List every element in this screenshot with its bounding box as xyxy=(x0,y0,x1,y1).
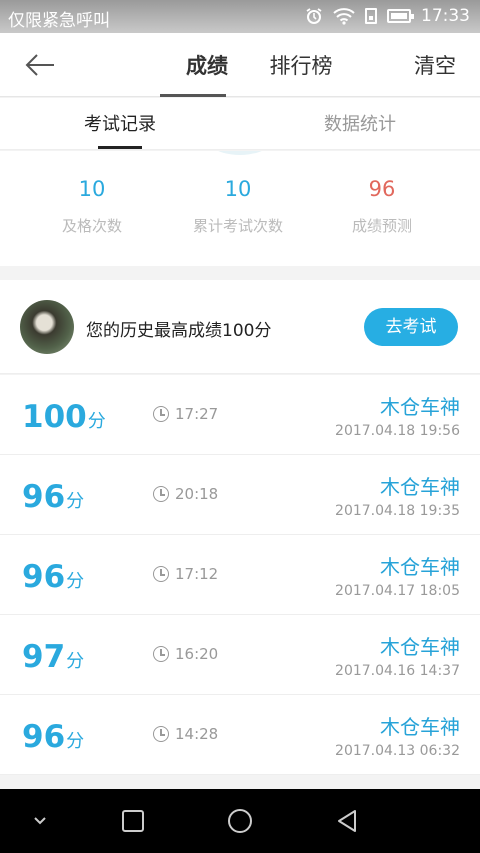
record-duration: 16:20 xyxy=(153,645,218,663)
system-nav-bar xyxy=(0,789,480,853)
stat-score-prediction: 96 成绩预测 xyxy=(302,177,462,236)
stat-label: 成绩预测 xyxy=(351,217,412,235)
clock-time: 17:33 xyxy=(421,6,470,26)
chevron-down-icon xyxy=(34,817,46,825)
nav-hide-button[interactable] xyxy=(20,789,60,853)
record-row[interactable]: 96分 14:28 木仓车神 2017.04.13 06:32 xyxy=(0,695,480,775)
score-value: 97 xyxy=(22,639,66,675)
stat-pass-count: 10 及格次数 xyxy=(12,177,172,236)
stat-total-exams: 10 累计考试次数 xyxy=(158,177,318,236)
record-row[interactable]: 96分 20:18 木仓车神 2017.04.18 19:35 xyxy=(0,455,480,535)
score-unit: 分 xyxy=(66,491,85,512)
record-user-name: 木仓车神 xyxy=(380,635,460,659)
avatar xyxy=(20,300,74,354)
duration-text: 17:27 xyxy=(175,405,219,423)
record-user-name: 木仓车神 xyxy=(380,555,460,579)
clock-icon xyxy=(153,566,169,582)
score-unit: 分 xyxy=(66,651,85,672)
record-date: 2017.04.13 06:32 xyxy=(335,743,460,759)
record-date: 2017.04.18 19:35 xyxy=(335,503,460,519)
duration-text: 20:18 xyxy=(175,485,219,503)
record-date: 2017.04.17 18:05 xyxy=(335,583,460,599)
stat-value: 10 xyxy=(78,177,106,201)
back-arrow-icon[interactable] xyxy=(22,49,58,81)
clock-icon xyxy=(153,646,169,662)
stat-label: 及格次数 xyxy=(61,217,122,235)
alarm-icon xyxy=(306,8,322,24)
tab-leaderboard[interactable]: 排行榜 xyxy=(254,33,348,97)
wifi-icon xyxy=(333,8,355,25)
record-duration: 17:27 xyxy=(153,405,218,423)
score-arc xyxy=(195,151,285,155)
triangle-back-icon xyxy=(338,810,356,832)
record-score: 96分 xyxy=(22,479,84,515)
nav-recents-button[interactable] xyxy=(110,789,156,853)
exam-record-list: 100分 17:27 木仓车神 2017.04.18 19:56 96分 20:… xyxy=(0,375,480,775)
record-row[interactable]: 97分 16:20 木仓车神 2017.04.16 14:37 xyxy=(0,615,480,695)
stat-value: 10 xyxy=(224,177,252,201)
carrier-text: 仅限紧急呼叫 xyxy=(8,11,110,31)
record-date: 2017.04.16 14:37 xyxy=(335,663,460,679)
tab-data-statistics[interactable]: 数据统计 xyxy=(240,98,480,149)
record-user-name: 木仓车神 xyxy=(380,715,460,739)
stats-panel: 10 及格次数 10 累计考试次数 96 成绩预测 xyxy=(0,151,480,266)
stat-label: 累计考试次数 xyxy=(192,217,283,235)
square-icon xyxy=(122,810,144,832)
record-duration: 20:18 xyxy=(153,485,218,503)
record-duration: 14:28 xyxy=(153,725,218,743)
nav-home-button[interactable] xyxy=(216,789,264,853)
record-row[interactable]: 96分 17:12 木仓车神 2017.04.17 18:05 xyxy=(0,535,480,615)
stat-value: 96 xyxy=(368,177,396,201)
sim-icon xyxy=(365,8,377,24)
record-user-name: 木仓车神 xyxy=(380,475,460,499)
score-value: 96 xyxy=(22,559,66,595)
status-icons: 17:33 xyxy=(305,6,470,26)
status-bar: 仅限紧急呼叫 17:33 xyxy=(0,0,480,33)
clock-icon xyxy=(153,726,169,742)
duration-text: 16:20 xyxy=(175,645,219,663)
best-score-card: 您的历史最高成绩100分 去考试 xyxy=(0,280,480,374)
record-score: 97分 xyxy=(22,639,84,675)
tab-exam-records[interactable]: 考试记录 xyxy=(0,98,240,149)
go-exam-button[interactable]: 去考试 xyxy=(364,308,458,346)
score-value: 100 xyxy=(22,399,87,435)
score-unit: 分 xyxy=(66,571,85,592)
battery-icon xyxy=(387,9,414,23)
duration-text: 14:28 xyxy=(175,725,219,743)
header-tabs: 成绩 排行榜 xyxy=(160,33,348,97)
record-score: 96分 xyxy=(22,719,84,755)
record-duration: 17:12 xyxy=(153,565,218,583)
record-row[interactable]: 100分 17:27 木仓车神 2017.04.18 19:56 xyxy=(0,375,480,455)
tab-score[interactable]: 成绩 xyxy=(160,33,254,97)
score-unit: 分 xyxy=(66,731,85,752)
score-unit: 分 xyxy=(87,411,106,432)
nav-back-button[interactable] xyxy=(324,789,370,853)
score-value: 96 xyxy=(22,479,66,515)
best-score-text: 您的历史最高成绩100分 xyxy=(86,321,272,341)
app-header: 成绩 排行榜 清空 xyxy=(0,33,480,97)
sub-tabs: 考试记录 数据统计 xyxy=(0,98,480,150)
clock-icon xyxy=(153,406,169,422)
clear-button[interactable]: 清空 xyxy=(414,33,456,99)
duration-text: 17:12 xyxy=(175,565,219,583)
record-date: 2017.04.18 19:56 xyxy=(335,423,460,439)
record-score: 96分 xyxy=(22,559,84,595)
record-user-name: 木仓车神 xyxy=(380,395,460,419)
circle-icon xyxy=(228,809,252,833)
score-value: 96 xyxy=(22,719,66,755)
record-score: 100分 xyxy=(22,399,106,435)
clock-icon xyxy=(153,486,169,502)
